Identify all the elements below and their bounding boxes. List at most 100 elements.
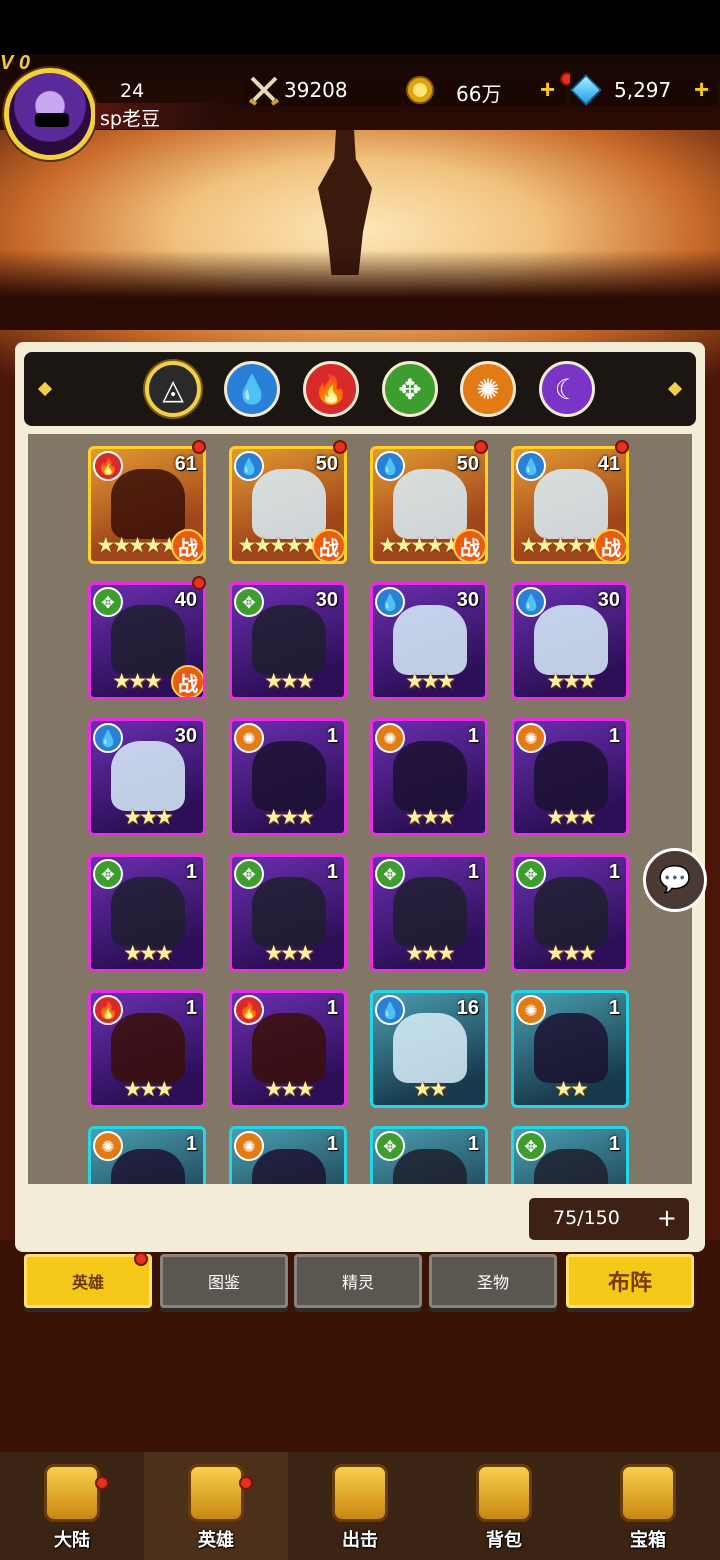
add-gems-button[interactable]: + [694,74,709,105]
wind-element-icon: ✥ [375,859,405,889]
power-value: 39208 [284,78,348,102]
nav-item-3[interactable]: 背包 [432,1452,576,1560]
hero-card[interactable]: ✥ 40 ★★★ 战 [88,582,206,700]
hero-card[interactable]: 💧 50 ★★★★★ 战 [370,446,488,564]
hero-portrait [393,469,467,539]
nav-label: 英雄 [198,1530,234,1551]
hero-grid[interactable]: 🔥 61 ★★★★★ 战 💧 50 ★★★★★ 战 💧 50 ★★★★★ 战 💧 41 ★★★★★ 战 ✥ 40 ★… [28,434,692,1184]
filter-wind[interactable]: ✥ [382,361,438,417]
hero-level: 40 [174,589,197,611]
chat-button[interactable]: 💬 [643,848,707,912]
hero-portrait [252,605,326,675]
deploy-button[interactable]: 布阵 [566,1254,694,1308]
vip-level[interactable]: V 0 [0,52,30,75]
tab-spirit[interactable]: 精灵 [294,1254,422,1308]
scroll-left-indicator [37,381,53,397]
hero-card[interactable]: ✥ 1 ★★★ [88,854,206,972]
notification-dot [134,1252,148,1266]
hero-portrait [534,469,608,539]
filter-sun[interactable]: ✺ [460,361,516,417]
hero-portrait [252,741,326,811]
hero-card[interactable]: 💧 30 ★★★ [88,718,206,836]
hero-card[interactable]: 💧 30 ★★★ [370,582,488,700]
hero-card[interactable]: ✺ 1 ★★ [511,990,629,1108]
player-name: sp老豆 [100,108,160,130]
wind-element-icon: ✥ [516,1131,546,1161]
hero-card[interactable]: 💧 30 ★★★ [511,582,629,700]
fire-icon: 🔥 [313,372,349,406]
hero-card[interactable]: ✺ 1 [229,1126,347,1184]
scene-shadow [0,250,720,330]
hero-capacity[interactable]: 75/150 + [529,1198,689,1240]
nav-item-4[interactable]: 宝箱 [576,1452,720,1560]
hero-card[interactable]: 🔥 1 ★★★ [229,990,347,1108]
hero-level: 1 [467,725,479,747]
filter-all[interactable]: ◬ [145,361,201,417]
hero-portrait [252,1013,326,1083]
hero-card[interactable]: ✺ 1 ★★★ [229,718,347,836]
nav-label: 出击 [342,1530,378,1551]
hero-stars: ★★★ [405,669,455,693]
hero-card[interactable]: ✥ 1 [511,1126,629,1184]
sun-element-icon: ✺ [516,995,546,1025]
nav-item-0[interactable]: 大陆 [0,1452,144,1560]
hero-portrait [111,605,185,675]
avatar[interactable] [4,68,96,160]
tab-heroes[interactable]: 英雄 [24,1254,152,1308]
hero-stars: ★★★ [264,669,314,693]
hero-card[interactable]: ✺ 1 ★★★ [511,718,629,836]
hero-level: 1 [467,861,479,883]
sun-element-icon: ✺ [375,723,405,753]
hero-portrait [252,469,326,539]
wind-element-icon: ✥ [234,859,264,889]
hero-stars: ★★★ [546,805,596,829]
hero-portrait [393,741,467,811]
sun-element-icon: ✺ [234,723,264,753]
sun-icon: ✺ [476,372,500,406]
nav-item-1[interactable]: 英雄 [144,1452,288,1560]
wind-element-icon: ✥ [93,859,123,889]
add-gold-button[interactable]: + [540,74,555,105]
hero-level: 30 [174,725,197,747]
hero-level: 1 [185,997,197,1019]
hero-level: 1 [326,861,338,883]
tab-codex[interactable]: 图鉴 [160,1254,288,1308]
filter-water[interactable]: 💧 [224,361,280,417]
in-battle-badge: 战 [312,529,344,561]
hero-card[interactable]: ✥ 30 ★★★ [229,582,347,700]
filter-moon[interactable]: ☾ [539,361,595,417]
hero-card[interactable]: ✺ 1 [88,1126,206,1184]
hero-card[interactable]: ✥ 1 [370,1126,488,1184]
wind-element-icon: ✥ [516,859,546,889]
in-battle-badge: 战 [594,529,626,561]
hero-stars: ★★★ [123,1077,173,1101]
wind-element-icon: ✥ [375,1131,405,1161]
hero-card[interactable]: ✥ 1 ★★★ [229,854,347,972]
hero-card[interactable]: 💧 50 ★★★★★ 战 [229,446,347,564]
hero-stars: ★★ [554,1077,589,1101]
nav-label: 宝箱 [630,1530,666,1551]
hero-card[interactable]: 💧 16 ★★ [370,990,488,1108]
tab-relic[interactable]: 圣物 [429,1254,557,1308]
hero-portrait [534,741,608,811]
hero-level: 30 [456,589,479,611]
crossed-swords-icon [248,76,280,106]
hero-level: 50 [315,453,338,475]
hero-card[interactable]: 🔥 61 ★★★★★ 战 [88,446,206,564]
hero-stars: ★★★ [264,1077,314,1101]
hero-card[interactable]: 🔥 1 ★★★ [88,990,206,1108]
wind-element-icon: ✥ [93,587,123,617]
hero-card[interactable]: ✥ 1 ★★★ [511,854,629,972]
hero-level: 61 [174,453,197,475]
moon-icon: ☾ [554,372,580,406]
hero-level: 1 [326,725,338,747]
expand-capacity-button[interactable]: + [657,1204,677,1232]
player-level: 24 [120,80,145,102]
hero-card[interactable]: ✺ 1 ★★★ [370,718,488,836]
hero-stars: ★★★ [546,941,596,965]
hero-card[interactable]: 💧 41 ★★★★★ 战 [511,446,629,564]
filter-fire[interactable]: 🔥 [303,361,359,417]
hero-level: 1 [608,861,620,883]
hero-card[interactable]: ✥ 1 ★★★ [370,854,488,972]
nav-item-2[interactable]: 出击 [288,1452,432,1560]
